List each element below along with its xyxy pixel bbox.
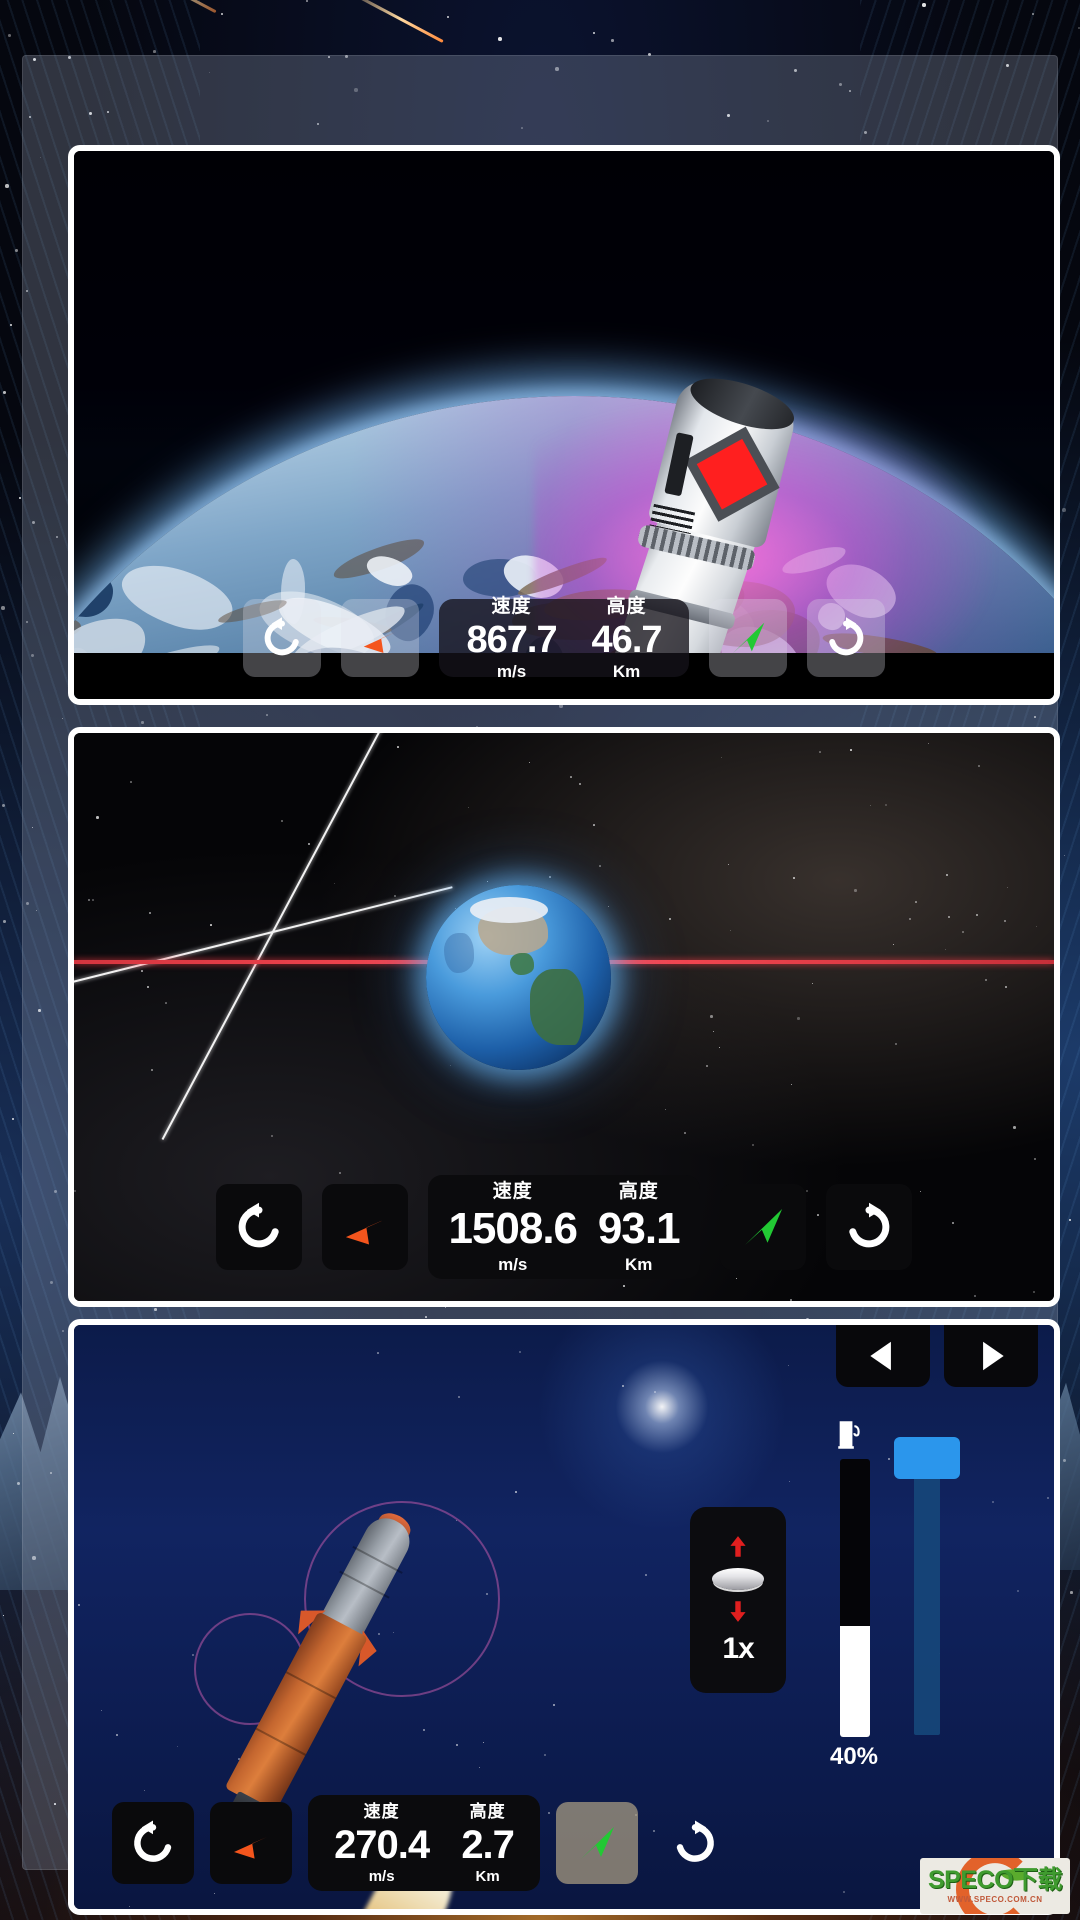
telemetry-readout: 速度 270.4 m/s 高度 2.7 Km (308, 1795, 540, 1891)
rotate-left-button[interactable] (243, 599, 321, 677)
navigation-arrow-green-icon (732, 622, 765, 654)
speed-value: 1508.6 (448, 1203, 578, 1253)
rotate-right-button[interactable] (654, 1802, 736, 1884)
rotate-clockwise-icon (849, 1202, 890, 1248)
triangle-right-icon (983, 1341, 1004, 1371)
panel-ascent-launch-view[interactable]: 1x 40% 速度 270.4 m/s 高度 2.7 Km (68, 1319, 1060, 1915)
arrow-down-icon (730, 1601, 746, 1622)
nav-orange-button[interactable] (210, 1802, 292, 1884)
speed-label: 速度 (363, 1801, 400, 1821)
navigation-arrow-orange-icon (345, 1220, 383, 1245)
throttle-slider-track[interactable] (914, 1445, 940, 1735)
rotate-left-button[interactable] (216, 1184, 302, 1270)
next-stage-button[interactable] (944, 1325, 1038, 1387)
fuel-gauge (840, 1459, 870, 1737)
rotate-clockwise-icon (676, 1820, 714, 1862)
nav-orange-button[interactable] (322, 1184, 408, 1270)
stage-separator-disc (712, 1568, 764, 1590)
watermark-brand: SPECO下载 (927, 1866, 1063, 1894)
continent-central-america (510, 953, 534, 975)
rotate-right-button[interactable] (807, 599, 885, 677)
speed-cell: 速度 1508.6 m/s (442, 1182, 583, 1273)
rotate-left-button[interactable] (112, 1802, 194, 1884)
altitude-label: 高度 (606, 595, 647, 617)
altitude-value: 2.7 (461, 1822, 515, 1867)
speed-unit: m/s (498, 1254, 528, 1274)
panel-map-trajectory-view[interactable]: 速度 1508.6 m/s 高度 93.1 Km (68, 727, 1060, 1307)
earth-globe (426, 885, 611, 1070)
altitude-unit: Km (475, 1867, 500, 1885)
ocean-shading (444, 933, 474, 973)
hud-controls-row: 速度 270.4 m/s 高度 2.7 Km (74, 1795, 1054, 1891)
navigation-arrow-green-icon (745, 1209, 783, 1245)
speed-value: 270.4 (334, 1822, 430, 1867)
triangle-left-icon (870, 1341, 891, 1371)
speed-unit: m/s (496, 661, 527, 681)
hud-controls-row: 速度 1508.6 m/s 高度 93.1 Km (74, 1175, 1054, 1279)
meteor-streak (336, 0, 444, 43)
fuel-gauge-fill (840, 1625, 870, 1737)
prev-stage-button[interactable] (836, 1325, 930, 1387)
speed-cell: 速度 867.7 m/s (460, 597, 562, 680)
telemetry-readout: 速度 1508.6 m/s 高度 93.1 Km (428, 1175, 700, 1279)
altitude-unit: Km (612, 661, 641, 681)
hud-controls-row: 速度 867.7 m/s 高度 46.7 Km (74, 597, 1054, 680)
continent-south-america (530, 969, 584, 1045)
arrow-up-icon (730, 1536, 746, 1557)
altitude-value: 46.7 (591, 618, 663, 661)
speed-unit: m/s (368, 1867, 395, 1885)
nav-orange-button[interactable] (341, 599, 419, 677)
navigation-arrow-green-icon (581, 1827, 614, 1859)
altitude-label: 高度 (469, 1801, 506, 1821)
telemetry-readout: 速度 867.7 m/s 高度 46.7 Km (439, 597, 689, 680)
throttle-slider-knob[interactable] (894, 1437, 960, 1479)
watermark-url: WWW.SPECO.COM.CN (947, 1895, 1043, 1904)
altitude-cell: 高度 2.7 Km (455, 1803, 520, 1884)
rotate-counterclockwise-icon (238, 1202, 279, 1248)
rotate-clockwise-icon (829, 617, 864, 656)
navigation-arrow-orange-icon (363, 632, 396, 653)
nav-green-button[interactable] (556, 1802, 638, 1884)
speed-label: 速度 (491, 595, 532, 617)
speed-label: 速度 (492, 1180, 533, 1202)
watermark-logo: SPECO下载 WWW.SPECO.COM.CN (920, 1858, 1070, 1914)
speed-value: 867.7 (466, 618, 557, 661)
altitude-unit: Km (625, 1254, 653, 1274)
app-frame: 速度 867.7 m/s 高度 46.7 Km 速度 1508.6 m/s 高度… (22, 55, 1060, 1915)
altitude-cell: 高度 46.7 Km (586, 597, 668, 680)
fuel-pump-icon (838, 1421, 860, 1449)
stage-control-button[interactable]: 1x (690, 1507, 786, 1693)
altitude-value: 93.1 (597, 1203, 681, 1253)
fuel-percent-label: 40% (829, 1743, 879, 1770)
stage-multiplier-label: 1x (722, 1632, 754, 1665)
panel-orbit-capsule-view[interactable]: 速度 867.7 m/s 高度 46.7 Km (68, 145, 1060, 705)
nav-green-button[interactable] (720, 1184, 806, 1270)
rotate-right-button[interactable] (826, 1184, 912, 1270)
nav-green-button[interactable] (709, 599, 787, 677)
speed-cell: 速度 270.4 m/s (328, 1803, 435, 1884)
watermark-text: SPECO下载 WWW.SPECO.COM.CN (927, 1866, 1063, 1904)
rotate-counterclockwise-icon (134, 1820, 172, 1862)
altitude-label: 高度 (618, 1180, 659, 1202)
rotate-counterclockwise-icon (264, 617, 299, 656)
polar-ice-cap (470, 897, 548, 923)
navigation-arrow-orange-icon (234, 1837, 267, 1859)
altitude-cell: 高度 93.1 Km (592, 1182, 686, 1273)
